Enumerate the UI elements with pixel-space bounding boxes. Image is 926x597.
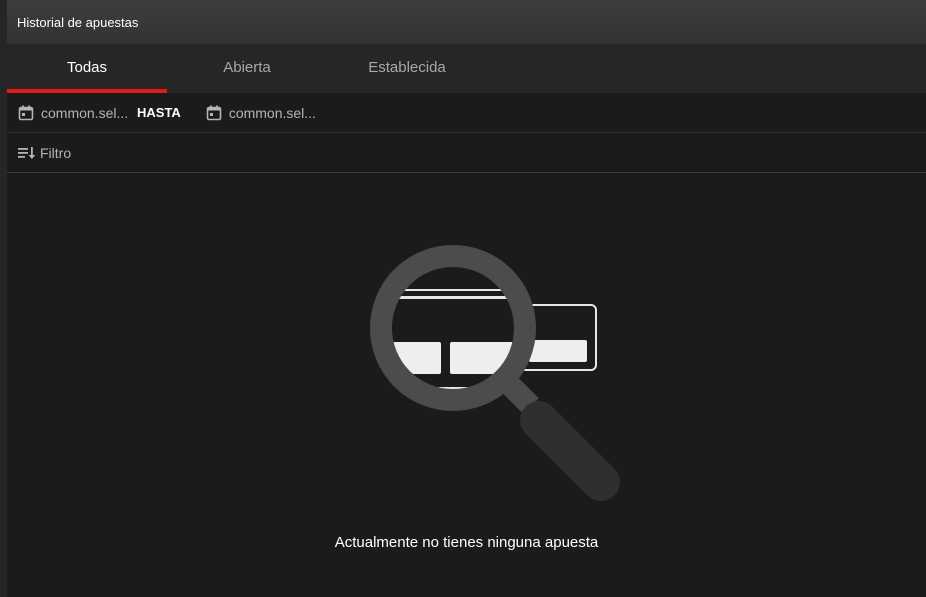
filter-label: Filtro xyxy=(40,144,72,161)
tab-todas[interactable]: Todas xyxy=(7,44,167,93)
date-to-text: common.sel... xyxy=(228,104,316,121)
calendar-icon xyxy=(206,105,222,120)
filter-row: Filtro xyxy=(7,133,926,173)
date-range-row: common.sel... HASTA common.sel... xyxy=(7,93,926,133)
page-title: Historial de apuestas xyxy=(17,14,139,30)
date-from-text: common.sel... xyxy=(41,104,129,121)
app-root: Historial de apuestas Todas Abierta Esta… xyxy=(0,0,926,597)
left-edge-strip xyxy=(0,0,7,597)
bet-history-panel: Historial de apuestas Todas Abierta Esta… xyxy=(7,0,926,597)
tab-bar: Todas Abierta Establecida xyxy=(7,44,926,93)
panel-header: Historial de apuestas xyxy=(7,0,926,44)
empty-state-message: Actualmente no tienes ninguna apuesta xyxy=(334,534,599,551)
magnifying-glass-icon xyxy=(370,245,620,501)
filter-button[interactable]: Filtro xyxy=(18,145,71,161)
calendar-icon xyxy=(18,105,34,120)
tab-abierta[interactable]: Abierta xyxy=(167,44,327,93)
date-separator: HASTA xyxy=(137,105,181,120)
filter-sort-icon xyxy=(18,146,36,159)
tab-establecida[interactable]: Establecida xyxy=(327,44,487,93)
date-from-picker[interactable]: common.sel... xyxy=(18,105,133,121)
date-to-picker[interactable]: common.sel... xyxy=(206,105,321,121)
